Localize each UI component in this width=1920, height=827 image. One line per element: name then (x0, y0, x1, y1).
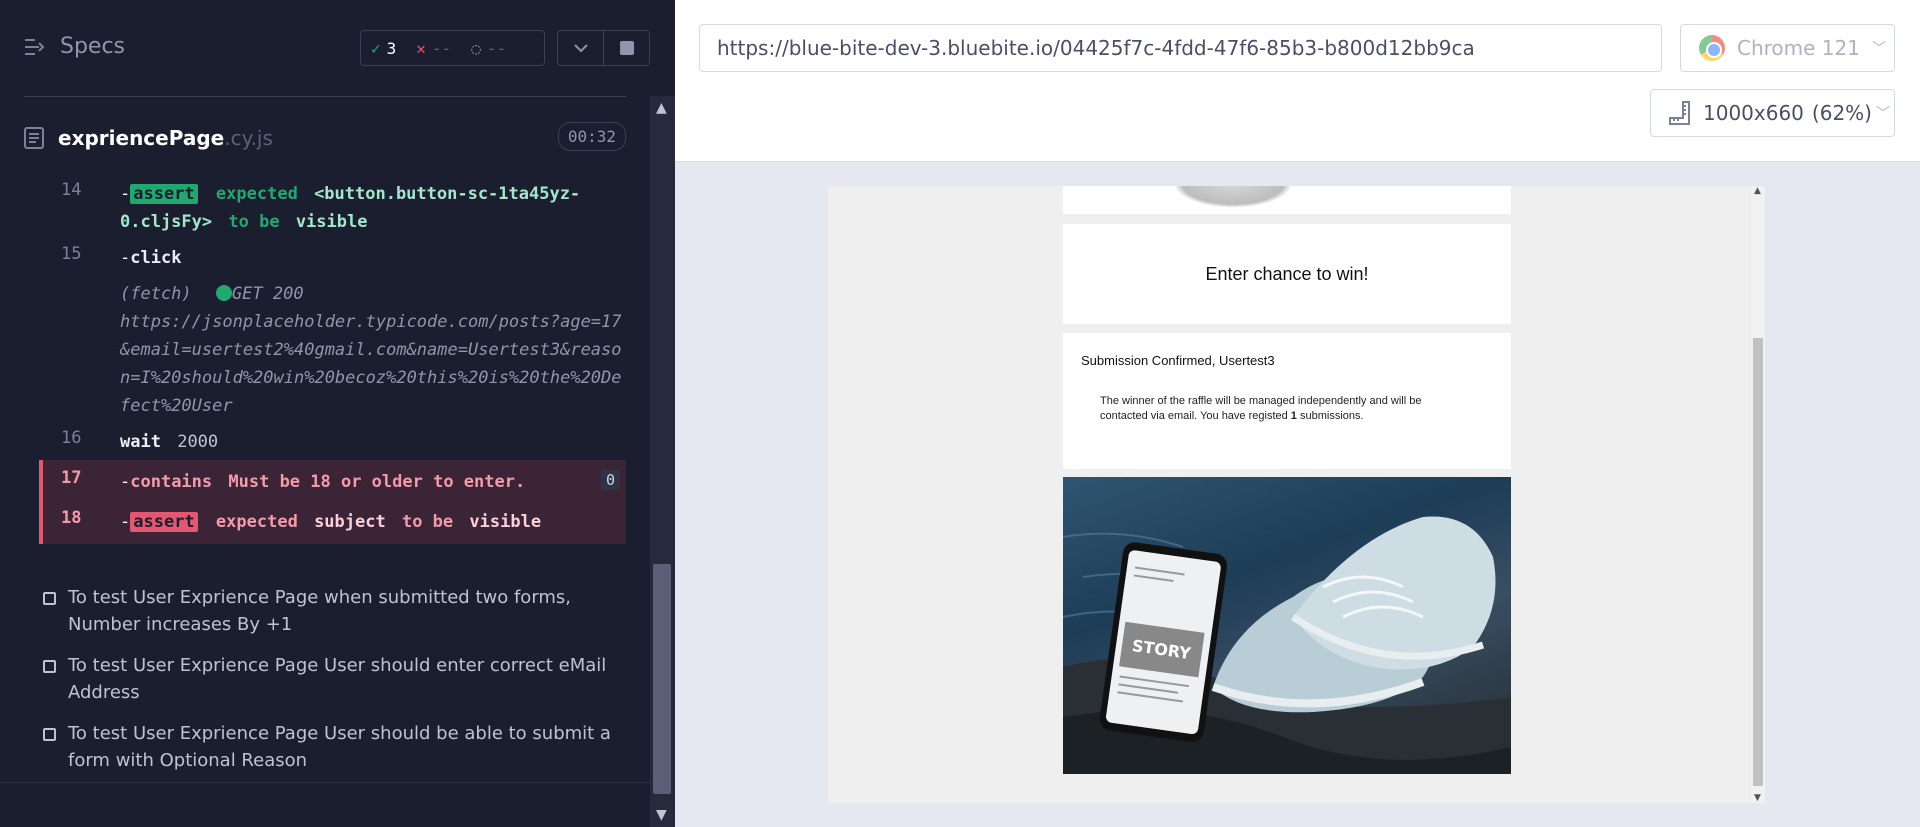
command-row-failed[interactable]: 18 - assert expected subject to be visibl… (39, 504, 626, 544)
command-name: assert (130, 512, 198, 532)
reporter-scrollbar[interactable]: ▲ ▼ (650, 96, 675, 827)
command-log: 14 - assert expected <button.button-sc-1t… (39, 176, 626, 544)
x-icon: ✕ (416, 38, 426, 58)
chevron-down-icon (573, 44, 588, 53)
enter-card: Enter chance to win! (1063, 224, 1511, 324)
fetch-url: https://jsonplaceholder.typicode.com/pos… (120, 312, 622, 416)
test-item[interactable]: To test User Exprience Page when submitt… (43, 584, 626, 638)
viewport-info[interactable]: 1000x660 (62%) ﹀ (1650, 89, 1895, 137)
test-item[interactable]: To test User Exprience Page User should … (43, 652, 626, 706)
test-item[interactable]: To test User Exprience Page User should … (43, 720, 626, 774)
browser-toolbar: https://blue-bite-dev-3.bluebite.io/0442… (675, 0, 1920, 162)
failed-stat: ✕ -- (406, 39, 461, 58)
command-number: 15 (61, 244, 82, 264)
test-title: To test User Exprience Page User should … (68, 723, 611, 771)
command-row[interactable]: 16 wait 2000 (43, 424, 626, 460)
product-image-partial (1063, 186, 1511, 214)
app-under-test-frame: Enter chance to win! Submission Confirme… (828, 186, 1765, 803)
test-status-icon (43, 728, 56, 741)
aut-scrollbar[interactable]: ▲ ▼ (1751, 186, 1765, 803)
test-status-icon (43, 592, 56, 605)
pending-stat: ◌ -- (461, 39, 516, 58)
stats-bar: ✓ 3 ✕ -- ◌ -- (360, 30, 545, 66)
aut-panel: https://blue-bite-dev-3.bluebite.io/0442… (675, 0, 1920, 827)
stop-icon (619, 41, 634, 55)
run-controls (557, 30, 650, 66)
command-name: click (130, 248, 182, 268)
command-row-failed[interactable]: 17 -contains Must be 18 or older to ente… (39, 460, 626, 504)
pending-count: -- (486, 38, 507, 58)
test-title: To test User Exprience Page User should … (68, 655, 607, 703)
passed-count: 3 (386, 38, 397, 58)
stop-button[interactable] (603, 31, 649, 65)
chevron-down-icon: ﹀ (1871, 41, 1886, 57)
reporter-panel: Specs ✓ 3 ✕ -- ◌ -- expriencePage .cy.js… (0, 0, 675, 827)
product-photo: STORY (1063, 477, 1511, 774)
spec-file-name: expriencePage (58, 126, 225, 150)
confirmation-message: The winner of the raffle will be managed… (1100, 395, 1422, 422)
divider (24, 96, 626, 97)
command-number: 16 (61, 428, 82, 448)
confirmation-card: Submission Confirmed, Usertest3 The winn… (1063, 333, 1511, 469)
scrollbar-thumb[interactable] (653, 564, 671, 794)
check-icon: ✓ (371, 38, 381, 58)
browser-name: Chrome 121 (1737, 36, 1860, 60)
scroll-up-icon[interactable]: ▲ (656, 100, 667, 116)
sneaker-phone-illustration: STORY (1063, 516, 1511, 774)
command-row[interactable]: 15 -click (43, 240, 626, 276)
pending-icon: ◌ (471, 38, 481, 58)
spec-file-ext: .cy.js (224, 126, 273, 150)
command-number: 14 (61, 180, 82, 200)
enter-chance-button[interactable]: Enter chance to win! (1205, 264, 1368, 285)
document-icon (24, 127, 44, 149)
command-name: contains (130, 472, 213, 492)
command-name: assert (130, 184, 198, 204)
fetch-label: (fetch) (120, 284, 192, 304)
specs-toggle[interactable]: Specs (24, 34, 125, 59)
browser-selector[interactable]: Chrome 121 ﹀ (1680, 24, 1895, 72)
url-text: https://blue-bite-dev-3.bluebite.io/0442… (717, 36, 1475, 60)
command-number: 18 (61, 508, 82, 528)
url-bar[interactable]: https://blue-bite-dev-3.bluebite.io/0442… (699, 24, 1662, 72)
chevron-down-icon: ﹀ (1875, 106, 1890, 122)
chrome-icon (1699, 35, 1725, 61)
command-name: wait (120, 432, 161, 452)
spec-file-header[interactable]: expriencePage .cy.js 00:32 (24, 118, 626, 158)
specs-header: Specs ✓ 3 ✕ -- ◌ -- (0, 0, 650, 97)
specs-title: Specs (60, 34, 126, 59)
scroll-down-icon[interactable]: ▼ (1754, 793, 1761, 803)
test-title: To test User Exprience Page when submitt… (68, 587, 572, 635)
command-row[interactable]: 14 - assert expected <button.button-sc-1t… (43, 176, 626, 240)
test-status-icon (43, 660, 56, 673)
status-dot (215, 285, 232, 301)
expand-toggle-button[interactable] (558, 31, 603, 65)
scrollbar-thumb[interactable] (1753, 338, 1763, 786)
command-row-fetch[interactable]: (fetch) GET 200 https://jsonplaceholder.… (43, 276, 626, 424)
fetch-status: GET 200 (231, 284, 304, 304)
command-number: 17 (61, 468, 82, 488)
confirmation-title: Submission Confirmed, Usertest3 (1081, 353, 1275, 368)
ruler-icon (1669, 101, 1690, 125)
pending-tests-list: To test User Exprience Page when submitt… (43, 584, 626, 788)
scroll-down-icon[interactable]: ▼ (656, 807, 667, 823)
failed-count: -- (431, 38, 452, 58)
viewport-size: 1000x660 (1703, 101, 1804, 125)
zoom-level: (62%) (1811, 101, 1872, 125)
divider (0, 782, 650, 783)
scroll-up-icon[interactable]: ▲ (1754, 186, 1761, 196)
element-count-badge: 0 (600, 470, 620, 490)
menu-collapse-icon (25, 38, 45, 55)
spec-duration: 00:32 (557, 122, 626, 151)
passed-stat: ✓ 3 (361, 39, 406, 58)
